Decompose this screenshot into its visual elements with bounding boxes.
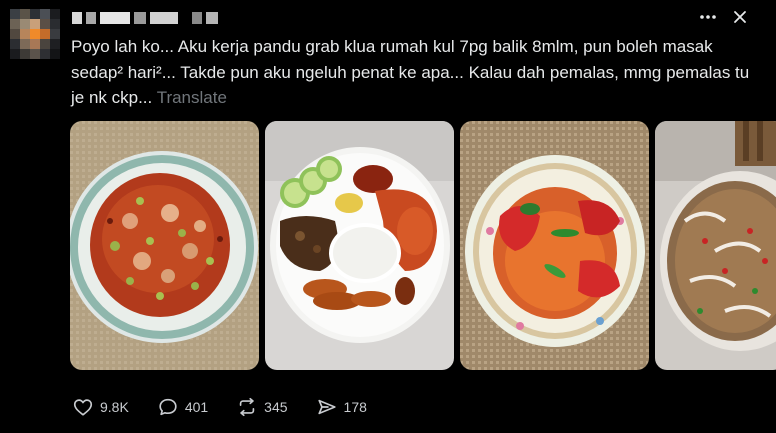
like-button[interactable]: 9.8K — [72, 396, 129, 418]
close-button[interactable] — [730, 7, 750, 27]
media-image-4[interactable] — [655, 121, 776, 370]
like-count: 9.8K — [100, 399, 129, 415]
repost-button[interactable]: 345 — [236, 396, 288, 418]
post-action-bar: 9.8K 401 345 178 — [72, 396, 367, 418]
heart-icon — [73, 399, 93, 416]
media-image-1[interactable] — [70, 121, 259, 370]
more-horizontal-icon — [700, 15, 716, 19]
reply-count: 401 — [184, 399, 209, 415]
more-options-button[interactable] — [698, 7, 718, 27]
repost-count: 345 — [264, 399, 288, 415]
translate-link[interactable]: Translate — [157, 88, 227, 107]
share-button[interactable]: 178 — [316, 396, 367, 418]
food-photo-1 — [70, 121, 259, 370]
reply-button[interactable]: 401 — [157, 396, 208, 418]
repost-icon — [239, 397, 255, 417]
username-redacted[interactable] — [72, 12, 218, 24]
food-photo-3 — [460, 121, 649, 370]
media-image-3[interactable] — [460, 121, 649, 370]
views-count: 178 — [343, 399, 367, 415]
reply-icon — [159, 398, 177, 416]
post-text: Poyo lah ko... Aku kerja pandu grab klua… — [71, 34, 761, 111]
food-photo-2 — [265, 121, 454, 370]
share-icon — [317, 399, 336, 415]
media-image-2[interactable] — [265, 121, 454, 370]
food-photo-4 — [655, 121, 776, 370]
close-icon — [734, 11, 746, 23]
avatar[interactable] — [10, 9, 60, 59]
